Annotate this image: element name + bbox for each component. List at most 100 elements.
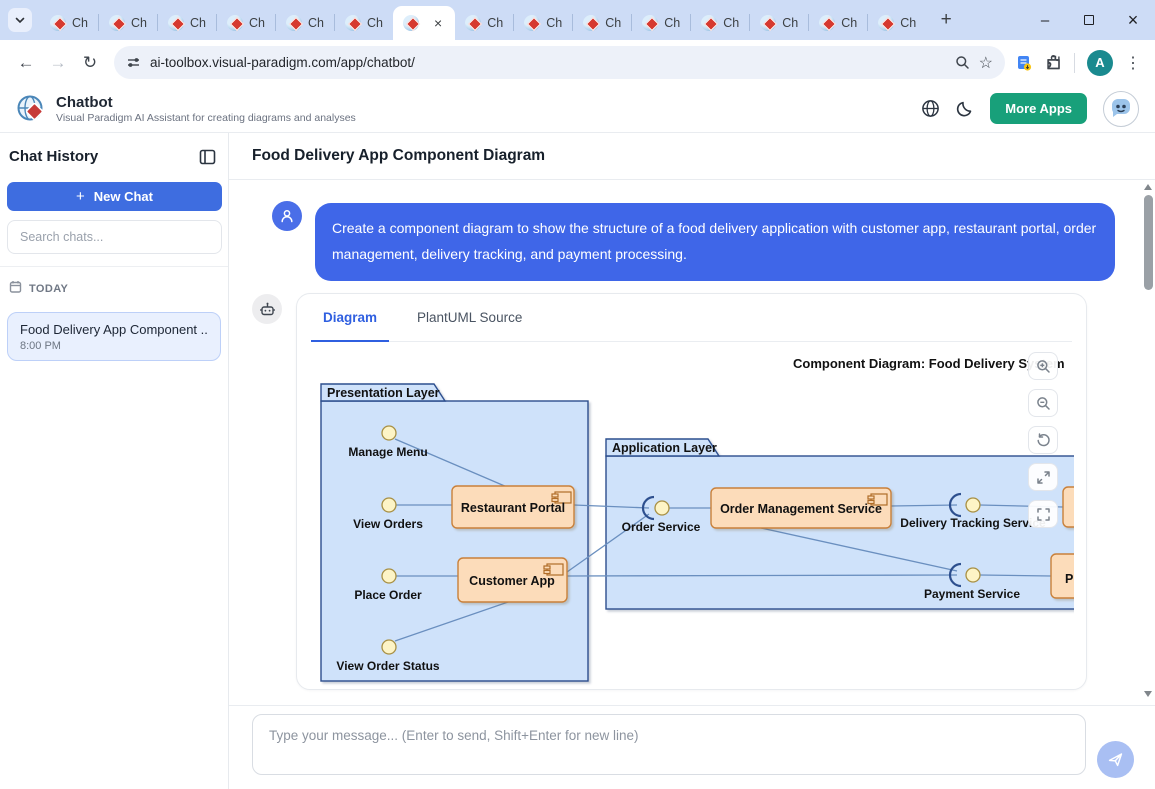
zoom-in-button[interactable] xyxy=(1028,352,1058,380)
browser-tab[interactable]: Ch xyxy=(868,6,926,40)
diagram-zoom-controls xyxy=(1028,352,1058,528)
calendar-icon xyxy=(9,280,22,298)
reset-view-button[interactable] xyxy=(1028,426,1058,454)
user-message-bubble: Create a component diagram to show the s… xyxy=(315,203,1115,281)
tab-strip: Ch Ch Ch Ch Ch Ch × Ch Ch Ch Ch Ch xyxy=(0,0,1155,40)
tab-close-icon[interactable]: × xyxy=(431,15,445,31)
maximize-button[interactable] xyxy=(1067,0,1111,40)
site-info-icon[interactable] xyxy=(126,55,141,70)
tab-separator xyxy=(867,14,868,31)
tab-separator xyxy=(216,14,217,31)
fullscreen-button[interactable] xyxy=(1028,500,1058,528)
message-composer xyxy=(229,705,1155,789)
app-header: Chatbot Visual Paradigm AI Assistant for… xyxy=(0,85,1155,133)
browser-tab[interactable]: Ch xyxy=(335,6,393,40)
minimize-button[interactable]: – xyxy=(1023,0,1067,40)
visual-paradigm-favicon xyxy=(524,15,540,31)
tab-diagram[interactable]: Diagram xyxy=(311,294,389,342)
close-button[interactable]: × xyxy=(1111,0,1155,40)
url-text[interactable]: ai-toolbox.visual-paradigm.com/app/chatb… xyxy=(150,55,946,70)
collapse-sidebar-icon[interactable] xyxy=(199,149,216,165)
visual-paradigm-favicon xyxy=(642,15,658,31)
interface-payment-service xyxy=(966,568,980,582)
diagram-tabs: Diagram PlantUML Source xyxy=(311,294,1072,342)
chrome-menu-icon[interactable]: ⋮ xyxy=(1125,53,1141,73)
package-presentation-layer xyxy=(321,401,588,681)
tab-plantuml-source[interactable]: PlantUML Source xyxy=(405,294,534,342)
language-globe-icon[interactable] xyxy=(921,99,940,118)
visual-paradigm-favicon xyxy=(819,15,835,31)
visual-paradigm-favicon xyxy=(701,15,717,31)
tab-label: Ch xyxy=(605,16,621,30)
tabs: Ch Ch Ch Ch Ch Ch × Ch Ch Ch Ch Ch xyxy=(40,0,926,40)
browser-tab[interactable]: Ch xyxy=(573,6,631,40)
visual-paradigm-favicon xyxy=(465,15,481,31)
address-bar[interactable]: ai-toolbox.visual-paradigm.com/app/chatb… xyxy=(114,46,1005,79)
search-chats-input[interactable] xyxy=(7,220,222,254)
browser-tab[interactable]: Ch xyxy=(158,6,216,40)
tab-separator xyxy=(572,14,573,31)
reload-button[interactable]: ↻ xyxy=(76,49,104,77)
label-manage-menu: Manage Menu xyxy=(348,445,427,459)
interface-view-orders xyxy=(382,498,396,512)
zoom-out-button[interactable] xyxy=(1028,389,1058,417)
reading-mode-icon[interactable] xyxy=(1015,54,1033,72)
tab-label: Ch xyxy=(546,16,562,30)
send-button[interactable] xyxy=(1097,741,1134,778)
browser-tab[interactable]: Ch xyxy=(217,6,275,40)
browser-tab[interactable]: Ch xyxy=(514,6,572,40)
scroll-up-icon[interactable] xyxy=(1144,184,1152,190)
browser-tab[interactable]: Ch xyxy=(276,6,334,40)
tab-label: Ch xyxy=(723,16,739,30)
diagram-viewport[interactable]: Component Diagram: Food Delivery System … xyxy=(309,342,1074,688)
tab-separator xyxy=(631,14,632,31)
new-tab-button[interactable]: + xyxy=(932,6,960,34)
send-plane-icon xyxy=(1107,751,1124,768)
browser-window: Ch Ch Ch Ch Ch Ch × Ch Ch Ch Ch Ch xyxy=(0,0,1155,789)
bookmark-star-icon[interactable]: ☆ xyxy=(979,53,993,73)
sidebar-title: Chat History xyxy=(9,148,98,165)
visual-paradigm-favicon xyxy=(227,15,243,31)
maximize-icon xyxy=(1084,15,1094,25)
visual-paradigm-logo xyxy=(16,94,46,124)
interface-view-order-status xyxy=(382,640,396,654)
chat-history-item[interactable]: Food Delivery App Component ... 8:00 PM xyxy=(7,312,221,361)
chat-item-title: Food Delivery App Component ... xyxy=(20,322,208,337)
visual-paradigm-favicon xyxy=(168,15,184,31)
scroll-down-icon[interactable] xyxy=(1144,691,1152,697)
browser-tab[interactable]: Ch xyxy=(632,6,690,40)
back-button[interactable]: ← xyxy=(12,49,40,77)
tab-separator xyxy=(98,14,99,31)
new-chat-button[interactable]: + New Chat xyxy=(7,182,222,211)
chat-history-sidebar: Chat History + New Chat TODAY Food Deliv… xyxy=(0,133,229,789)
dark-mode-moon-icon[interactable] xyxy=(956,100,974,118)
profile-avatar[interactable]: A xyxy=(1087,50,1113,76)
forward-button[interactable]: → xyxy=(44,49,72,77)
component-restaurant-portal-label: Restaurant Portal xyxy=(461,501,565,515)
expand-button[interactable] xyxy=(1028,463,1058,491)
chat-messages-area: Create a component diagram to show the s… xyxy=(229,180,1155,705)
tab-separator xyxy=(334,14,335,31)
browser-tab[interactable]: Ch xyxy=(99,6,157,40)
assistant-robot-avatar xyxy=(252,294,282,324)
scrollbar-thumb[interactable] xyxy=(1144,195,1153,290)
component-diagram: Component Diagram: Food Delivery System … xyxy=(309,342,1074,688)
sidebar-divider xyxy=(0,266,228,267)
visual-paradigm-favicon xyxy=(403,15,419,31)
more-apps-button[interactable]: More Apps xyxy=(990,93,1087,124)
visual-paradigm-favicon xyxy=(109,15,125,31)
extensions-icon[interactable] xyxy=(1045,54,1062,71)
browser-tab[interactable]: Ch xyxy=(750,6,808,40)
browser-tab[interactable]: Ch xyxy=(455,6,513,40)
tab-search-chevron-icon[interactable] xyxy=(8,8,32,32)
message-input[interactable] xyxy=(252,714,1086,775)
conversation-header: Food Delivery App Component Diagram xyxy=(229,133,1155,180)
browser-tab[interactable]: Ch xyxy=(40,6,98,40)
interface-delivery-tracking-service xyxy=(966,498,980,512)
chatbot-logo[interactable] xyxy=(1103,91,1139,127)
browser-tab-active[interactable]: × xyxy=(393,6,455,40)
chat-scrollbar[interactable] xyxy=(1142,180,1155,705)
browser-tab[interactable]: Ch xyxy=(809,6,867,40)
search-icon[interactable] xyxy=(955,55,970,70)
browser-tab[interactable]: Ch xyxy=(691,6,749,40)
